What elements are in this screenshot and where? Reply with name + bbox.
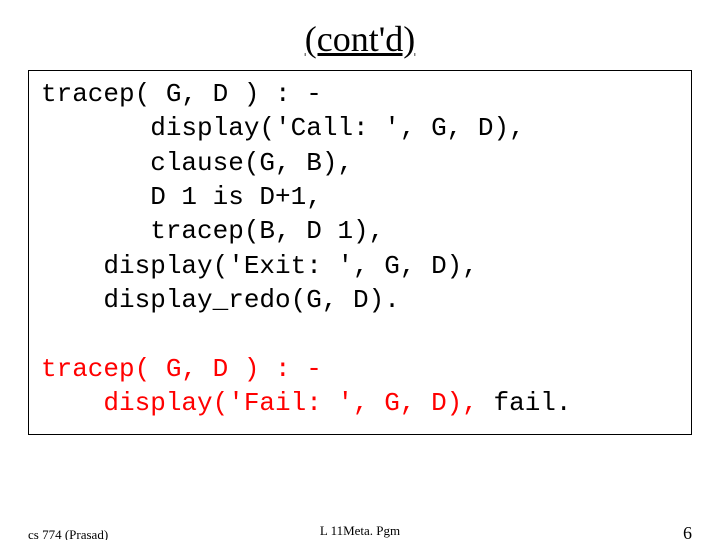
- code-line-6: display('Exit: ', G, D),: [41, 251, 478, 281]
- code-line-7: display_redo(G, D).: [41, 285, 400, 315]
- code-line-5: tracep(B, D 1),: [41, 216, 384, 246]
- code-line-2: display('Call: ', G, D),: [41, 113, 525, 143]
- slide-title: (cont'd): [0, 18, 720, 60]
- code-line-4: D 1 is D+1,: [41, 182, 322, 212]
- code-block: tracep( G, D ) : - display('Call: ', G, …: [41, 77, 679, 420]
- code-line-10b: fail.: [493, 388, 571, 418]
- footer-left: cs 774 (Prasad): [28, 527, 108, 540]
- code-line-9: tracep( G, D ) : -: [41, 354, 322, 384]
- code-line-10a: display('Fail: ', G, D),: [41, 388, 493, 418]
- footer: cs 774 (Prasad) L 11Meta. Pgm 6: [28, 523, 692, 540]
- code-container: tracep( G, D ) : - display('Call: ', G, …: [28, 70, 692, 435]
- code-line-3: clause(G, B),: [41, 148, 353, 178]
- footer-center: L 11Meta. Pgm: [28, 523, 692, 539]
- slide: (cont'd) tracep( G, D ) : - display('Cal…: [0, 18, 720, 540]
- code-line-1: tracep( G, D ) : -: [41, 79, 322, 109]
